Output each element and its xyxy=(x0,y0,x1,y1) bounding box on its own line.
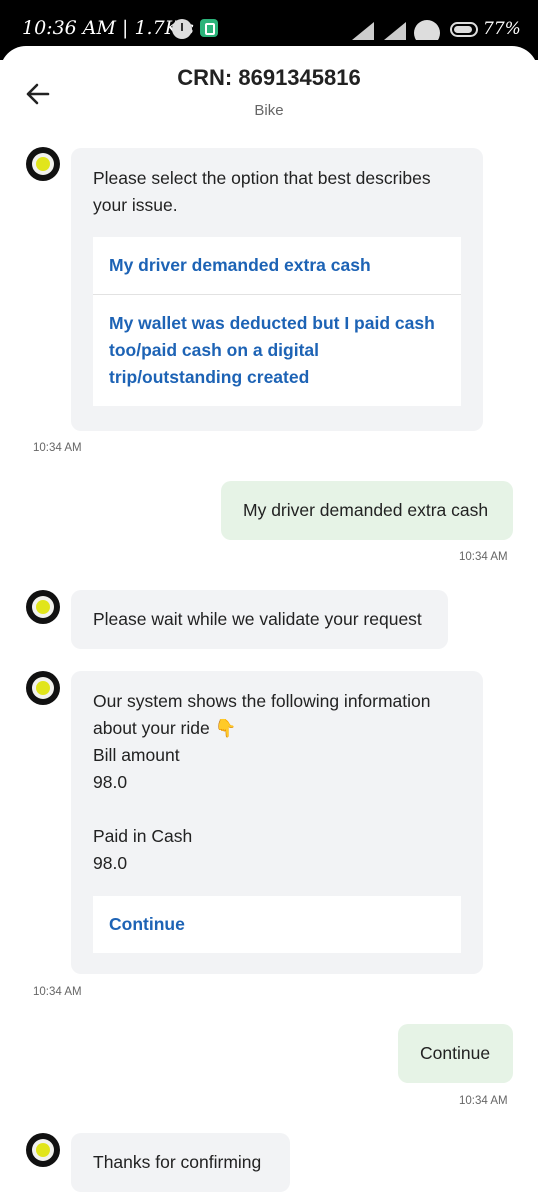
bot-message-bubble: Our system shows the following informati… xyxy=(71,671,483,974)
battery-percent: 77% xyxy=(483,19,521,39)
bot-avatar xyxy=(26,1133,60,1167)
user-message-bubble: My driver demanded extra cash xyxy=(221,481,513,540)
alarm-icon xyxy=(172,19,192,39)
battery-icon xyxy=(450,22,478,37)
message-timestamp: 10:34 AM xyxy=(459,1095,508,1107)
wifi-icon xyxy=(414,20,440,40)
app-notification-icon xyxy=(200,19,218,37)
continue-option[interactable]: Continue xyxy=(93,896,461,953)
bot-avatar xyxy=(26,147,60,181)
option-wallet-deducted[interactable]: My wallet was deducted but I paid cash t… xyxy=(93,294,461,406)
message-text: Thanks for confirming xyxy=(93,1152,262,1172)
bot-avatar xyxy=(26,671,60,705)
message-text: My driver demanded extra cash xyxy=(243,500,489,520)
ride-info-intro: Our system shows the following informati… xyxy=(93,688,461,742)
message-timestamp: 10:34 AM xyxy=(459,551,508,563)
message-text: Please wait while we validate your reque… xyxy=(93,609,422,629)
bot-message-bubble: Thanks for confirming xyxy=(71,1133,290,1192)
bot-message-bubble: Please select the option that best descr… xyxy=(71,148,483,431)
message-text: Please select the option that best descr… xyxy=(93,168,431,215)
status-time: 10:36 AM | 1.7K's xyxy=(22,17,194,39)
options-list: My driver demanded extra cash My wallet … xyxy=(93,237,461,406)
option-driver-demanded-extra-cash[interactable]: My driver demanded extra cash xyxy=(93,237,461,294)
bot-avatar xyxy=(26,590,60,624)
page-subtitle: Bike xyxy=(254,102,284,119)
options-list: Continue xyxy=(93,896,461,953)
bot-message-bubble: Please wait while we validate your reque… xyxy=(71,590,448,649)
message-text: Continue xyxy=(420,1043,491,1063)
user-message-bubble: Continue xyxy=(398,1024,513,1083)
signal-icon xyxy=(352,22,374,40)
ride-info-details: Bill amount 98.0 Paid in Cash 98.0 xyxy=(93,745,193,873)
message-timestamp: 10:34 AM xyxy=(33,986,82,998)
page-title: CRN: 8691345816 xyxy=(177,65,361,90)
message-timestamp: 10:34 AM xyxy=(33,442,82,454)
signal-icon-2 xyxy=(384,22,406,40)
message-text: Our system shows the following informati… xyxy=(93,691,431,738)
pointing-down-icon: 👇 xyxy=(214,718,237,738)
